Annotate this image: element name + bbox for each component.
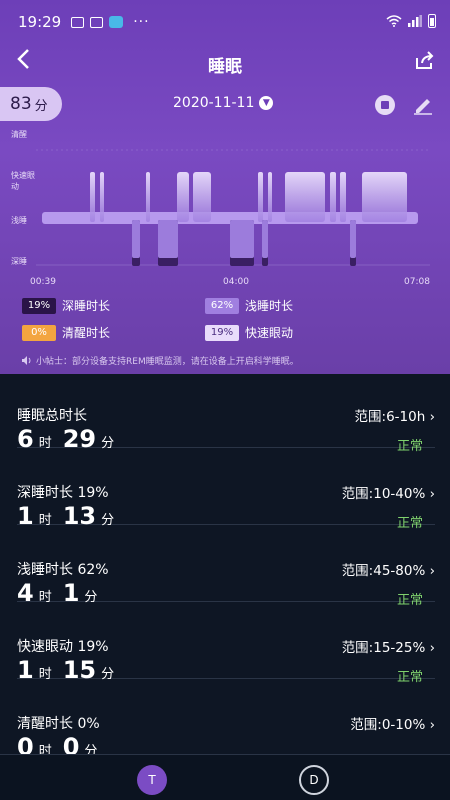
- camera-icon: [90, 16, 104, 28]
- sleep-score-value: 83: [10, 94, 32, 114]
- row-label: 浅睡时长 62%: [17, 562, 109, 578]
- legend-rem-pct: 19%: [205, 324, 239, 341]
- status-bar: 19:29 ···: [0, 0, 450, 44]
- tab-d[interactable]: D: [299, 765, 329, 795]
- sleep-score-unit: 分: [34, 98, 48, 114]
- tab-t[interactable]: T: [137, 765, 167, 795]
- row-awake[interactable]: 清醒时长 0% 范围:0-10% › 0时 0分: [17, 679, 435, 754]
- row-label: 深睡时长 19%: [17, 485, 109, 501]
- tip-banner: 小帖士：部分设备支持REM睡眠监测，请在设备上开启科学睡眠。: [22, 354, 299, 367]
- more-notifications-icon: ···: [133, 14, 150, 30]
- health-app-icon: [109, 16, 124, 28]
- legend-awake-pct: 0%: [22, 324, 56, 341]
- stop-icon: [381, 101, 389, 109]
- row-light-sleep[interactable]: 浅睡时长 62% 范围:45-80% › 4时 1分 正常: [17, 525, 435, 608]
- legend-awake-label: 清醒时长: [62, 326, 111, 340]
- row-label: 睡眠总时长: [17, 408, 87, 424]
- row-range: 范围:10-40% ›: [341, 486, 435, 502]
- legend-deep-label: 深睡时长: [62, 299, 111, 313]
- chevron-down-icon: ▼: [259, 96, 274, 110]
- legend-rem: 19% 快速眼动: [205, 324, 293, 341]
- row-label: 快速眼动 19%: [17, 639, 109, 655]
- pencil-icon: [414, 99, 432, 115]
- share-icon: [416, 51, 434, 69]
- legend-deep-pct: 19%: [22, 297, 56, 314]
- x-label-start: 00:39: [30, 277, 56, 287]
- row-total-sleep[interactable]: 睡眠总时长 范围:6-10h › 6时 29 分 正常: [17, 374, 435, 454]
- row-value: 0时 0分: [17, 733, 98, 754]
- tip-text: 小帖士：部分设备支持REM睡眠监测，请在设备上开启科学睡眠。: [36, 357, 299, 367]
- sleep-score-badge: 83 分: [0, 87, 62, 121]
- signal-icon: [408, 15, 422, 27]
- stop-button[interactable]: [375, 95, 395, 115]
- x-label-end: 07:08: [404, 277, 430, 287]
- edit-button[interactable]: [412, 93, 434, 115]
- wifi-icon: [386, 15, 402, 27]
- system-icons: [386, 14, 436, 28]
- status-time: 19:29: [18, 13, 62, 31]
- legend-light: 62% 浅睡时长: [205, 297, 293, 314]
- gallery-icon: [71, 16, 85, 28]
- bottom-nav: T D: [0, 754, 450, 800]
- deep-segment-tops: [132, 220, 356, 258]
- date-picker[interactable]: 2020-11-11 ▼: [173, 95, 274, 111]
- row-range: 范围:0-10% ›: [350, 717, 435, 733]
- legend-light-pct: 62%: [205, 297, 239, 314]
- share-button[interactable]: [414, 50, 436, 70]
- app-header: 睡眠: [0, 44, 450, 82]
- legend-awake: 0% 清醒时长: [22, 324, 110, 341]
- legend-rem-label: 快速眼动: [245, 326, 294, 340]
- row-label: 清醒时长 0%: [17, 716, 100, 732]
- row-range: 范围:15-25% ›: [341, 640, 435, 656]
- row-range: 范围:45-80% ›: [341, 563, 435, 579]
- sleep-detail-list: 睡眠总时长 范围:6-10h › 6时 29 分 正常 深睡时长 19% 范围:1…: [0, 374, 450, 754]
- battery-icon: [428, 14, 436, 28]
- row-rem[interactable]: 快速眼动 19% 范围:15-25% › 1时 15 分 正常: [17, 602, 435, 685]
- row-deep-sleep[interactable]: 深睡时长 19% 范围:10-40% › 1时 13 分 正常: [17, 448, 435, 531]
- sleep-stage-chart: [36, 149, 430, 266]
- row-range: 范围:6-10h ›: [354, 409, 435, 425]
- date-label: 2020-11-11: [173, 95, 255, 111]
- legend-deep: 19% 深睡时长: [22, 297, 110, 314]
- notification-icons: [71, 16, 124, 28]
- legend-light-label: 浅睡时长: [245, 299, 294, 313]
- speaker-icon: [22, 356, 31, 365]
- page-title: 睡眠: [208, 57, 242, 77]
- x-label-mid: 04:00: [223, 277, 249, 287]
